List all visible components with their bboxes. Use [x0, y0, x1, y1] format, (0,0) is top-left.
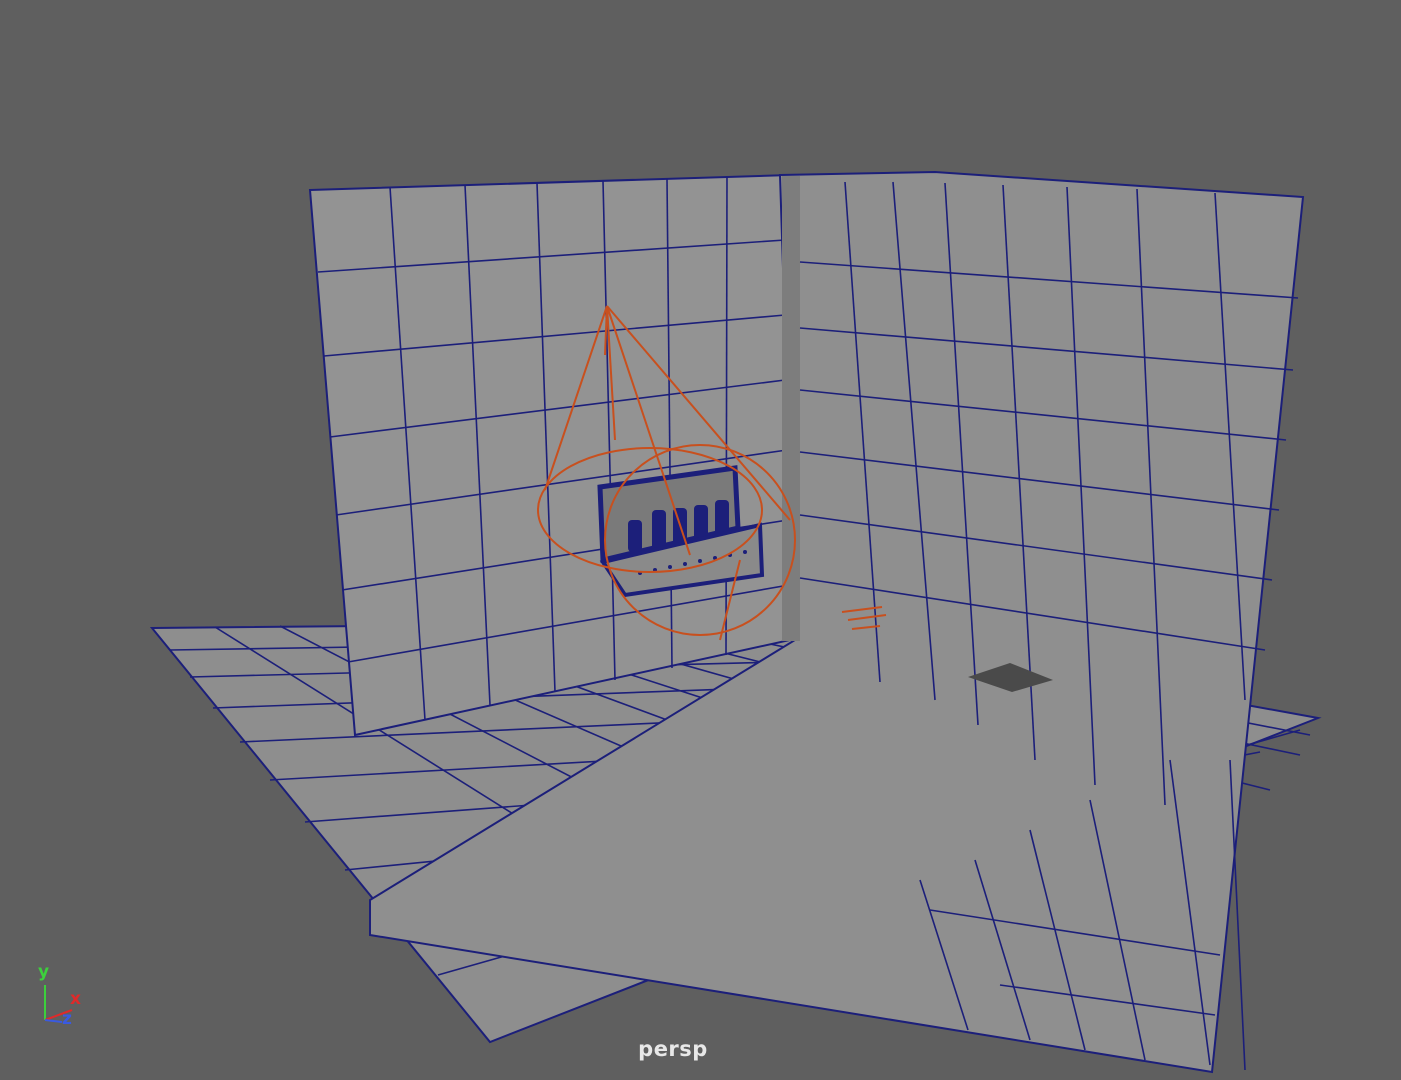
axis-gizmo: y x z — [38, 962, 81, 1029]
scene-canvas[interactable]: y x z — [0, 0, 1401, 1080]
back-wall-plane[interactable] — [308, 173, 791, 737]
z-axis-label: z — [62, 1009, 72, 1029]
y-axis-label: y — [38, 962, 49, 982]
bottle-tray[interactable] — [597, 465, 765, 598]
z-axis-line — [44, 1019, 63, 1023]
camera-name-label: persp — [638, 1037, 708, 1061]
perspective-viewport[interactable]: y x z persp — [0, 0, 1401, 1080]
x-axis-label: x — [70, 989, 81, 1009]
